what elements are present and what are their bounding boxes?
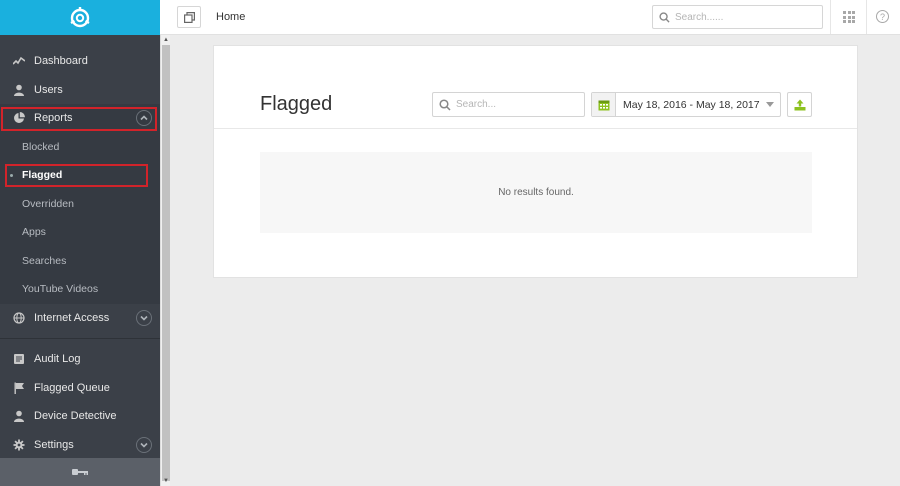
sidebar-subitem-blocked[interactable]: Blocked xyxy=(0,132,160,161)
page-title: Flagged xyxy=(260,93,333,115)
chevron-down-icon[interactable] xyxy=(136,309,152,326)
sidebar-item-internet-access[interactable]: Internet Access xyxy=(0,304,160,333)
report-search[interactable] xyxy=(432,92,585,117)
sidebar-item-label: Internet Access xyxy=(34,311,110,324)
breadcrumb[interactable]: Home xyxy=(216,11,245,23)
windows-icon xyxy=(183,11,195,23)
sidebar: Dashboard Users Reports Blocked Flagged … xyxy=(0,0,160,486)
dashboard-icon xyxy=(12,54,26,68)
sidebar-subitem-searches[interactable]: Searches xyxy=(0,246,160,275)
flag-icon xyxy=(12,381,26,395)
sidebar-item-label: Device Detective xyxy=(34,410,117,423)
scroll-up-arrow-icon[interactable]: ▲ xyxy=(161,35,171,45)
sidebar-subitem-flagged[interactable]: Flagged xyxy=(0,161,160,190)
download-icon xyxy=(794,99,805,110)
search-icon xyxy=(659,11,670,23)
help-icon[interactable]: ? xyxy=(876,10,889,23)
chevron-up-icon[interactable] xyxy=(136,110,152,126)
sidebar-item-label: Dashboard xyxy=(34,55,88,68)
scrollbar-thumb[interactable] xyxy=(162,45,170,481)
sidebar-item-label: Audit Log xyxy=(34,353,81,366)
logo-bar[interactable] xyxy=(0,0,160,35)
sidebar-nav: Dashboard Users Reports Blocked Flagged … xyxy=(0,35,160,459)
gear-icon xyxy=(12,438,26,452)
sidebar-item-label: Flagged Queue xyxy=(34,381,110,394)
report-card: Flagged May 18, 2016 - May 18, 2017 No r… xyxy=(213,45,858,278)
top-bar: Home ? xyxy=(160,0,900,35)
topbar-divider xyxy=(866,0,867,34)
sidebar-item-reports[interactable]: Reports xyxy=(0,104,160,133)
date-range-picker[interactable]: May 18, 2016 - May 18, 2017 xyxy=(591,92,781,117)
toggle-sidebar-button[interactable] xyxy=(177,6,201,28)
sidebar-item-audit-log[interactable]: Audit Log xyxy=(0,345,160,374)
scroll-down-arrow-icon[interactable]: ▼ xyxy=(161,476,171,486)
empty-results-message: No results found. xyxy=(260,152,812,233)
key-icon xyxy=(72,469,88,475)
globe-icon xyxy=(12,311,26,325)
sidebar-item-label: Users xyxy=(34,83,63,96)
date-range-value: May 18, 2016 - May 18, 2017 xyxy=(623,98,760,111)
sidebar-item-flagged-queue[interactable]: Flagged Queue xyxy=(0,374,160,403)
search-icon xyxy=(439,98,451,111)
app-logo-icon xyxy=(70,6,90,27)
sidebar-item-label: Settings xyxy=(34,438,74,451)
report-card-header: Flagged May 18, 2016 - May 18, 2017 xyxy=(214,46,857,129)
export-button[interactable] xyxy=(787,92,812,117)
report-search-input[interactable] xyxy=(456,99,576,110)
global-search-input[interactable] xyxy=(675,11,815,23)
chevron-down-icon[interactable] xyxy=(136,436,152,453)
user-icon xyxy=(12,409,26,423)
sidebar-subitem-apps[interactable]: Apps xyxy=(0,218,160,247)
sidebar-collapse-button[interactable] xyxy=(0,458,160,486)
sidebar-subitem-youtube-videos[interactable]: YouTube Videos xyxy=(0,275,160,304)
log-icon xyxy=(12,352,26,366)
sidebar-item-users[interactable]: Users xyxy=(0,76,160,105)
sidebar-item-device-detective[interactable]: Device Detective xyxy=(0,402,160,431)
global-search[interactable] xyxy=(652,5,823,29)
apps-grid-icon[interactable] xyxy=(843,11,855,23)
sidebar-item-settings[interactable]: Settings xyxy=(0,431,160,460)
sidebar-item-label: Reports xyxy=(34,112,73,125)
user-icon xyxy=(12,83,26,97)
pie-chart-icon xyxy=(12,111,26,125)
sidebar-subitem-overridden[interactable]: Overridden xyxy=(0,189,160,218)
calendar-icon xyxy=(592,93,616,116)
topbar-divider xyxy=(830,0,831,34)
caret-down-icon xyxy=(766,102,774,107)
sidebar-item-dashboard[interactable]: Dashboard xyxy=(0,47,160,76)
sidebar-scrollbar[interactable]: ▲ ▼ xyxy=(160,35,170,486)
sidebar-divider xyxy=(0,338,160,339)
